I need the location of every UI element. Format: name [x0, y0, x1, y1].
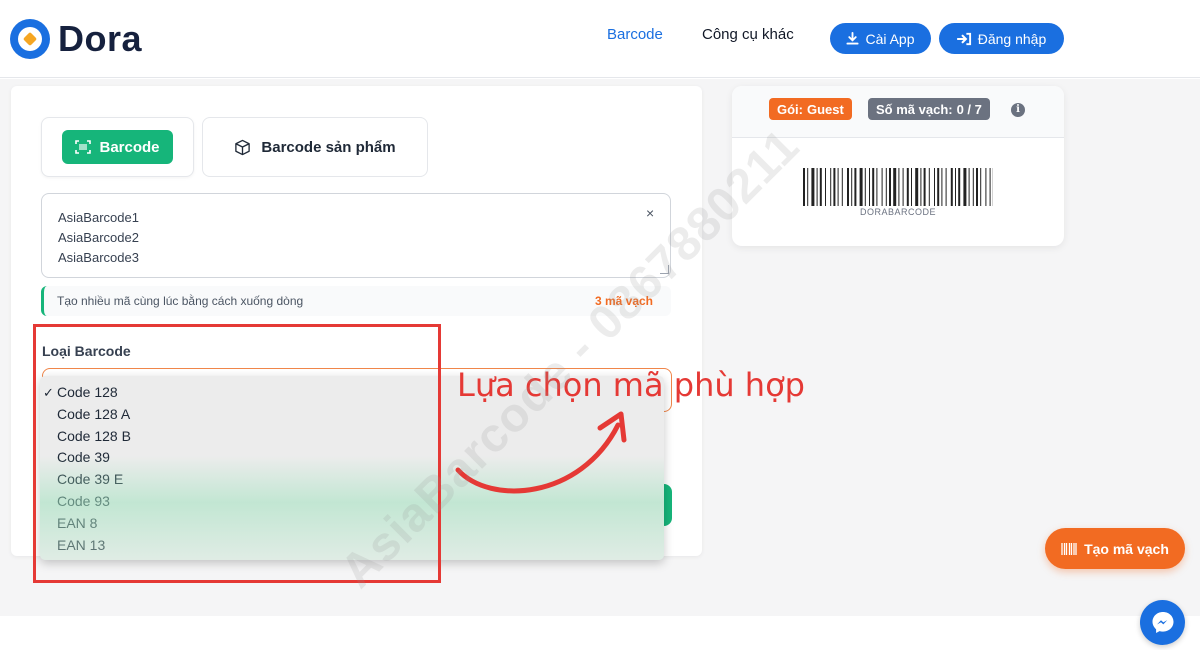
create-barcode-button[interactable]: Tạo mã vạch: [1045, 528, 1185, 569]
barcode-bar: [825, 168, 826, 206]
code-count-badge: Số mã vạch: 0 / 7: [868, 98, 990, 120]
download-icon: [846, 32, 860, 45]
tab-barcode-label: Barcode: [99, 138, 160, 156]
textarea-line: AsiaBarcode1: [58, 210, 139, 225]
plan-badge: Gói: Guest: [769, 98, 852, 120]
box-icon: [235, 139, 251, 155]
barcode-bar: [934, 168, 935, 206]
multi-code-hint: Tạo nhiều mã cùng lúc bằng cách xuống dò…: [41, 286, 671, 316]
barcode-bar: [837, 168, 839, 206]
barcode-bar: [851, 168, 853, 206]
info-icon[interactable]: i: [1011, 103, 1025, 117]
site-header: Dora Barcode Công cụ khác Cài App Đăng n…: [0, 0, 1200, 78]
barcode-bar: [989, 168, 991, 206]
dora-logo-icon: [10, 19, 50, 59]
barcode-bar: [955, 168, 956, 206]
tab-product-barcode[interactable]: Barcode sản phẩm: [202, 117, 428, 177]
barcode-bar: [928, 168, 930, 206]
barcode-bar: [830, 168, 832, 206]
barcode-bar: [889, 168, 891, 206]
barcode-bar: [898, 168, 900, 206]
nav-other-tools-link[interactable]: Công cụ khác: [702, 26, 794, 43]
brand-logo[interactable]: Dora: [10, 18, 142, 60]
barcode-bar: [920, 168, 922, 206]
sign-in-icon: [956, 32, 971, 45]
install-app-button[interactable]: Cài App: [830, 23, 931, 54]
barcode-bar: [869, 168, 870, 206]
login-label: Đăng nhập: [977, 30, 1047, 47]
barcode-content-textarea[interactable]: AsiaBarcode1 AsiaBarcode2 AsiaBarcode3: [41, 193, 671, 278]
textarea-line: AsiaBarcode3: [58, 250, 139, 265]
barcode-bar: [881, 168, 883, 206]
barcode-bar: [968, 168, 970, 206]
barcode-bar: [803, 168, 805, 206]
barcode-bar: [980, 168, 982, 206]
barcode-icon: [1061, 542, 1077, 555]
barcode-bar: [807, 168, 809, 206]
barcode-bar: [976, 168, 978, 206]
barcode-bar: [893, 168, 897, 206]
barcode-bar: [811, 168, 815, 206]
barcode-bar: [816, 168, 818, 206]
barcode-bar: [864, 168, 866, 206]
plan-value: Guest: [807, 101, 844, 117]
clear-input-icon[interactable]: ×: [646, 205, 654, 221]
barcode-bar: [923, 168, 926, 206]
barcode-bar: [958, 168, 961, 206]
barcode-bar: [847, 168, 849, 206]
login-button[interactable]: Đăng nhập: [939, 23, 1064, 54]
count-value: 0 / 7: [956, 101, 982, 117]
barcode-bar: [876, 168, 878, 206]
barcode-bar: [906, 168, 909, 206]
barcode-bar: [885, 168, 887, 206]
barcode-preview-image: [803, 168, 993, 206]
barcode-bar: [915, 168, 919, 206]
barcode-bar: [945, 168, 947, 206]
brand-name: Dora: [58, 18, 143, 59]
install-app-label: Cài App: [865, 30, 915, 47]
barcode-bar: [972, 168, 974, 206]
plan-label: Gói:: [777, 101, 803, 117]
count-label: Số mã vạch:: [876, 101, 953, 117]
barcode-bar: [872, 168, 875, 206]
barcode-bar: [911, 168, 912, 206]
barcode-bar: [833, 168, 836, 206]
barcode-bar: [985, 168, 987, 206]
barcode-bar: [854, 168, 857, 206]
hint-text: Tạo nhiều mã cùng lúc bằng cách xuống dò…: [57, 294, 304, 308]
messenger-chat-button[interactable]: [1140, 600, 1185, 645]
barcode-bar: [950, 168, 953, 206]
barcode-bar: [859, 168, 863, 206]
barcode-bar: [902, 168, 904, 206]
barcode-bar: [941, 168, 943, 206]
tab-barcode[interactable]: Barcode: [62, 130, 173, 164]
barcode-caption: DORABARCODE: [859, 207, 936, 217]
barcode-bar: [937, 168, 940, 206]
nav-barcode-link[interactable]: Barcode: [607, 26, 663, 43]
barcode-bar: [841, 168, 843, 206]
create-barcode-label: Tạo mã vạch: [1084, 540, 1169, 557]
barcode-bar: [963, 168, 967, 206]
messenger-icon: [1152, 611, 1173, 633]
tab-product-barcode-label: Barcode sản phẩm: [261, 138, 396, 156]
textarea-line: AsiaBarcode2: [58, 230, 139, 245]
barcode-scan-icon: [75, 140, 92, 154]
barcode-bar: [819, 168, 822, 206]
